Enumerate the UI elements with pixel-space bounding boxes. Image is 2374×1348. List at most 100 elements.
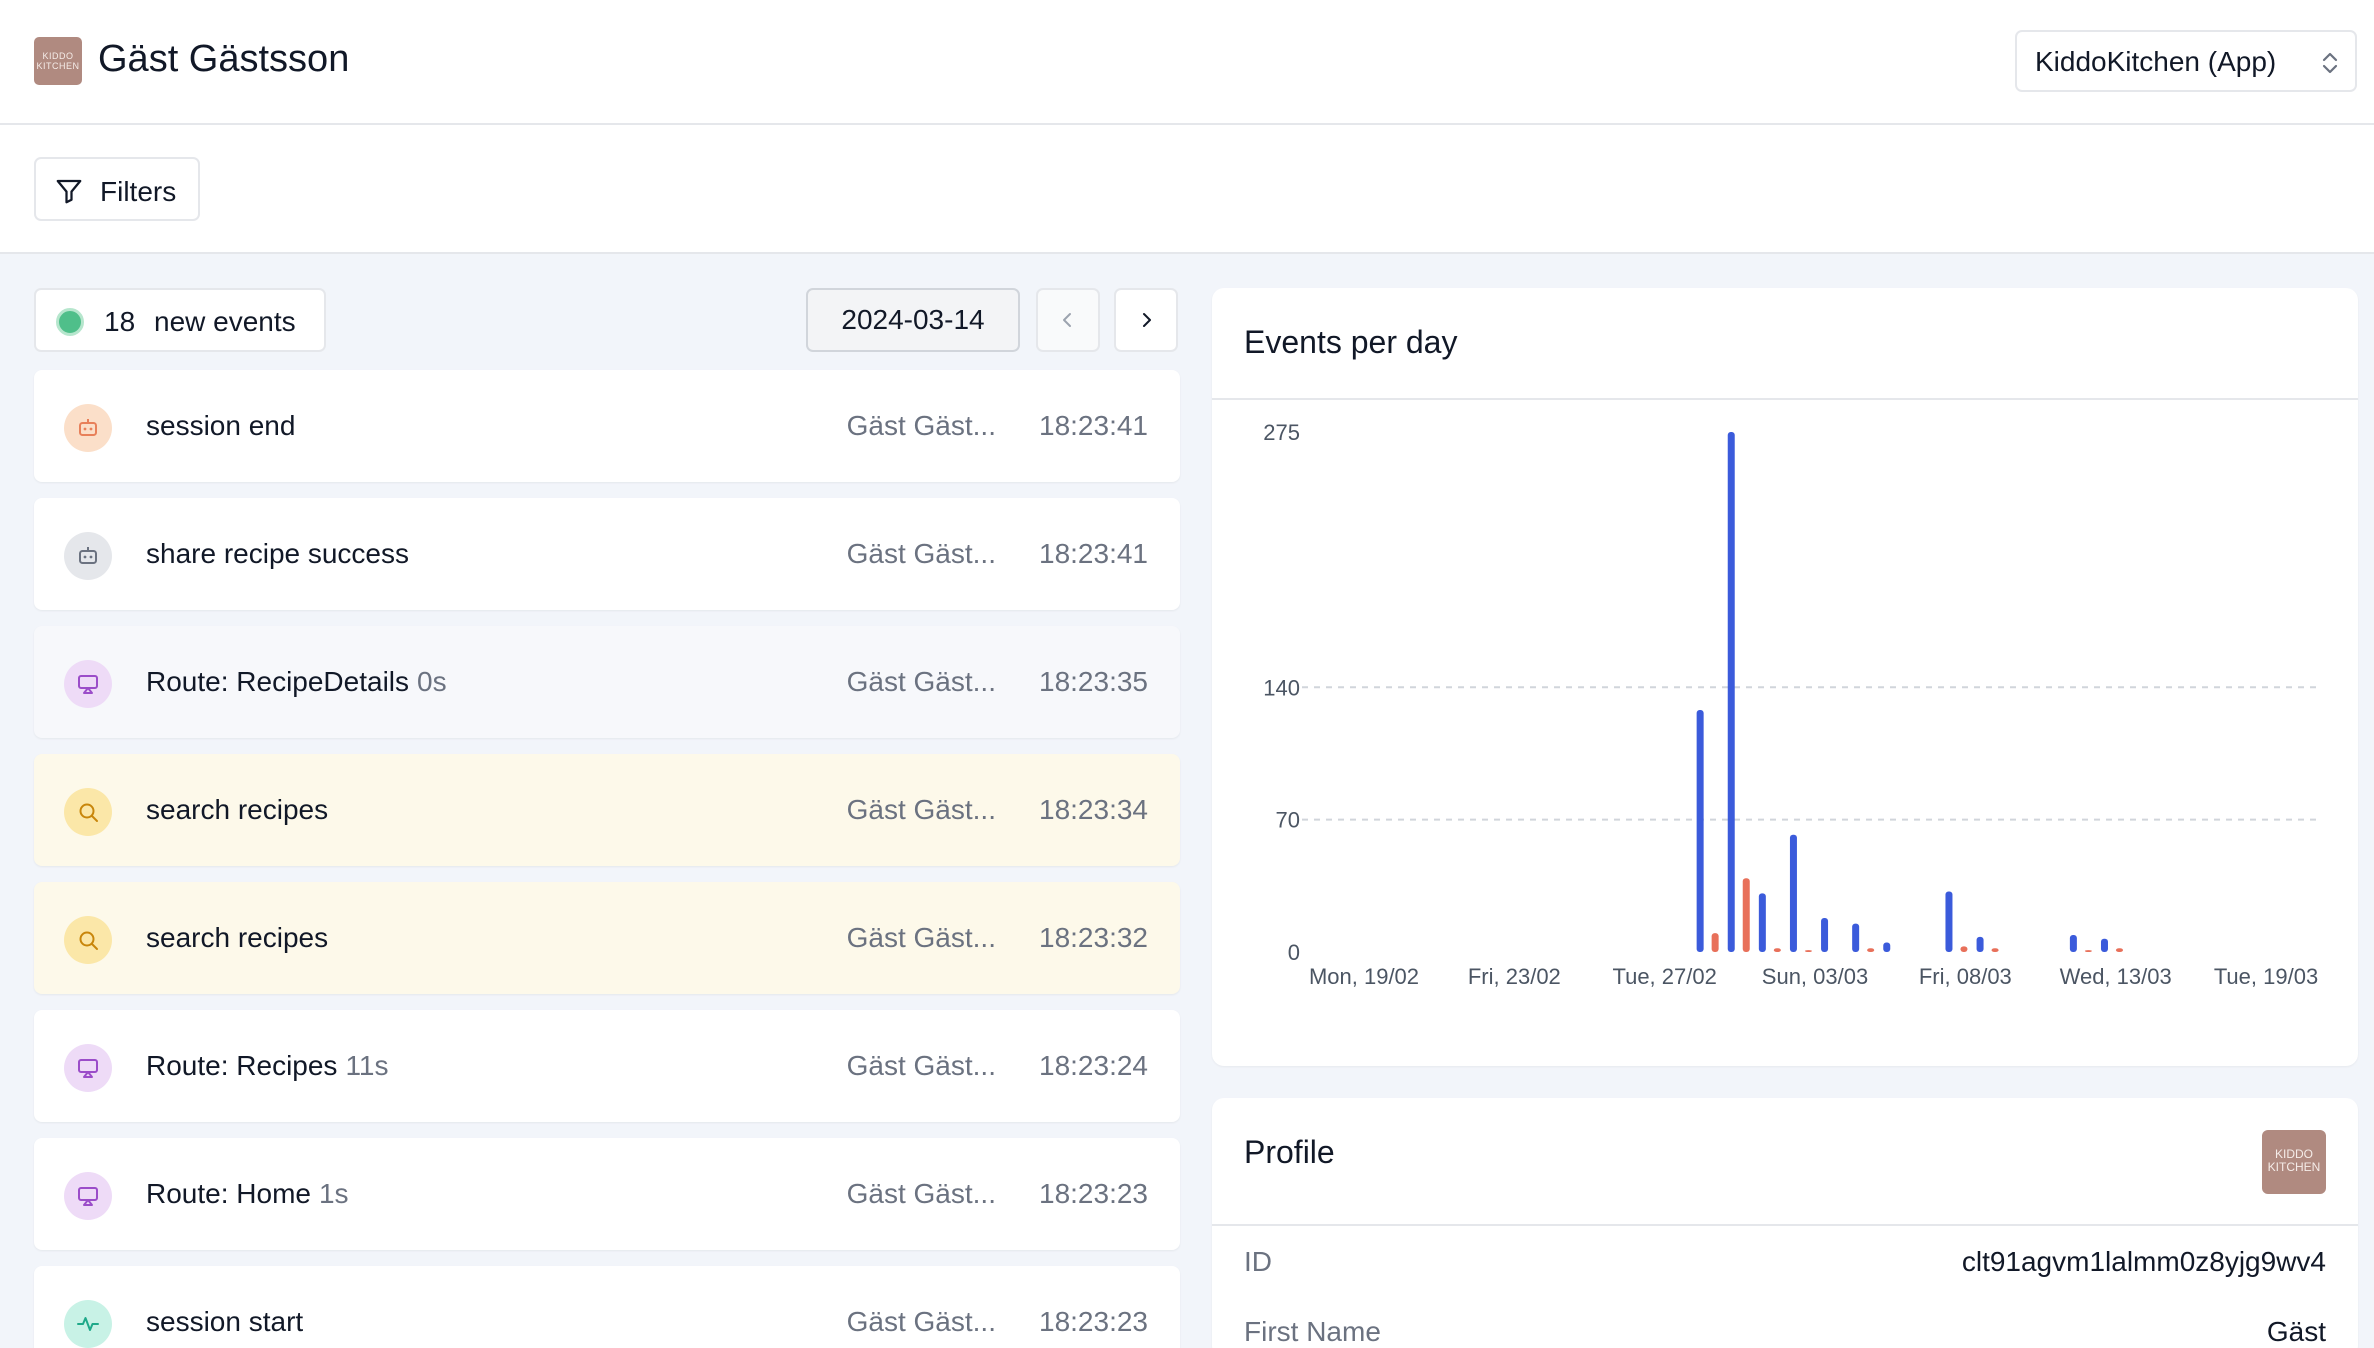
new-events-badge[interactable]: 18 new events bbox=[34, 288, 326, 352]
event-name: session start bbox=[146, 1306, 311, 1338]
event-user: Gäst Gäst... bbox=[846, 1050, 996, 1081]
event-user: Gäst Gäst... bbox=[846, 794, 996, 825]
chart-bar bbox=[2115, 948, 2123, 952]
filters-button[interactable]: Filters bbox=[34, 157, 200, 221]
chart-bar bbox=[1883, 942, 1891, 952]
chart-bar bbox=[1773, 948, 1781, 952]
chevron-up-down-icon bbox=[2322, 52, 2338, 74]
chart-bar bbox=[1711, 933, 1719, 952]
event-time: 18:23:23 bbox=[1039, 1178, 1148, 1209]
robot-icon bbox=[64, 532, 112, 580]
chart-bar bbox=[1852, 923, 1860, 952]
event-name: Route: Home 1s bbox=[146, 1178, 349, 1210]
event-row[interactable]: session start Gäst Gäst... 18:23:23 bbox=[34, 1266, 1180, 1348]
chart-bar bbox=[1804, 950, 1812, 952]
chart-bar bbox=[1789, 834, 1797, 952]
event-user: Gäst Gäst... bbox=[846, 1306, 996, 1337]
y-tick-label: 140 bbox=[1263, 675, 1300, 700]
previous-day-button[interactable] bbox=[1036, 288, 1100, 352]
profile-first-name-value: Gäst bbox=[2266, 1316, 2326, 1347]
chart-bar bbox=[1821, 917, 1829, 952]
event-user: Gäst Gäst... bbox=[846, 538, 996, 569]
chart-bar bbox=[1867, 948, 1875, 952]
screen-icon bbox=[64, 1172, 112, 1220]
event-name-text: Route: Recipes bbox=[146, 1050, 338, 1081]
chevron-right-icon bbox=[1143, 313, 1151, 327]
event-row[interactable]: session end Gäst Gäst... 18:23:41 bbox=[34, 370, 1180, 482]
event-duration: 0s bbox=[417, 666, 447, 697]
event-time: 18:23:34 bbox=[1039, 794, 1148, 825]
chevron-left-icon bbox=[1063, 313, 1071, 327]
x-tick-label: Tue, 27/02 bbox=[1612, 964, 1716, 989]
event-time: 18:23:41 bbox=[1039, 538, 1148, 569]
event-name: search recipes bbox=[146, 794, 336, 826]
event-name: Route: Recipes 11s bbox=[146, 1050, 389, 1082]
event-row[interactable]: search recipes Gäst Gäst... 18:23:34 bbox=[34, 754, 1180, 866]
search-icon bbox=[64, 916, 112, 964]
x-tick-label: Tue, 19/03 bbox=[2214, 964, 2318, 989]
event-name-text: session start bbox=[146, 1306, 304, 1337]
event-row[interactable]: Route: Home 1s Gäst Gäst... 18:23:23 bbox=[34, 1138, 1180, 1250]
event-name-text: session end bbox=[146, 410, 296, 441]
top-bar: KIDDO KITCHEN Gäst Gästsson KiddoKitchen … bbox=[0, 0, 2374, 125]
filter-bar: Filters bbox=[0, 125, 2374, 254]
event-time: 18:23:35 bbox=[1039, 666, 1148, 697]
event-name-text: search recipes bbox=[146, 922, 329, 953]
y-tick-label: 275 bbox=[1263, 420, 1300, 445]
new-events-count: 18 bbox=[104, 306, 136, 337]
event-name-text: Route: Home bbox=[146, 1178, 311, 1209]
screen-icon bbox=[64, 660, 112, 708]
event-name: session end bbox=[146, 410, 303, 442]
chart-bar bbox=[2069, 934, 2077, 952]
event-user: Gäst Gäst... bbox=[846, 1178, 996, 1209]
chart-bar bbox=[1976, 936, 1984, 952]
chart-bar bbox=[1960, 946, 1968, 952]
search-icon bbox=[64, 788, 112, 836]
x-tick-label: Fri, 08/03 bbox=[1919, 964, 2012, 989]
chart-bar bbox=[1727, 432, 1735, 952]
chart-bar bbox=[1991, 948, 1999, 952]
y-tick-label: 0 bbox=[1288, 940, 1300, 965]
profile-card: Profile KIDDO KITCHEN ID clt91agvm1lalmm0… bbox=[1212, 1098, 2358, 1348]
event-name: search recipes bbox=[146, 922, 336, 954]
next-day-button[interactable] bbox=[1114, 288, 1178, 352]
x-tick-label: Mon, 19/02 bbox=[1309, 964, 1419, 989]
event-duration: 1s bbox=[318, 1178, 349, 1209]
chart-bar bbox=[2100, 938, 2108, 952]
events-bar-chart: 0 70 140 275 Mon, 19/02 Fri, 23/02 Tue, 27/02 S… bbox=[1263, 420, 2318, 989]
event-time: 18:23:24 bbox=[1039, 1050, 1148, 1081]
event-name: share recipe success bbox=[146, 538, 417, 570]
event-name-text: share recipe success bbox=[146, 538, 410, 569]
event-user: Gäst Gäst... bbox=[846, 922, 996, 953]
event-user: Gäst Gäst... bbox=[846, 410, 996, 441]
app-selector-label: KiddoKitchen (App) bbox=[2035, 46, 2277, 77]
event-time: 18:23:23 bbox=[1039, 1306, 1148, 1337]
filters-label: Filters bbox=[100, 176, 177, 207]
event-row[interactable]: search recipes Gäst Gäst... 18:23:32 bbox=[34, 882, 1180, 994]
chart-bar bbox=[1742, 878, 1750, 952]
x-tick-label: Fri, 23/02 bbox=[1468, 964, 1561, 989]
events-per-day-card: Events per day 0 70 140 275 Mon, 19/02 Fri, 2… bbox=[1212, 288, 2358, 1066]
x-tick-label: Wed, 13/03 bbox=[2060, 964, 2172, 989]
live-dot-icon bbox=[56, 308, 84, 336]
pulse-icon bbox=[64, 1300, 112, 1348]
chart-bar bbox=[2084, 950, 2092, 952]
event-row[interactable]: share recipe success Gäst Gäst... 18:23:… bbox=[34, 498, 1180, 610]
chart-title: Events per day bbox=[1244, 324, 1458, 360]
event-row[interactable]: Route: RecipeDetails 0s Gäst Gäst... 18:2… bbox=[34, 626, 1180, 738]
chart-bar bbox=[1696, 709, 1704, 952]
profile-id-label: ID bbox=[1244, 1246, 1272, 1277]
event-time: 18:23:41 bbox=[1039, 410, 1148, 441]
event-row[interactable]: Route: Recipes 11s Gäst Gäst... 18:23:24 bbox=[34, 1010, 1180, 1122]
profile-id-value: clt91agvm1lalmm0z8yjg9wv4 bbox=[1961, 1246, 2326, 1277]
chart-bar bbox=[1945, 891, 1953, 952]
event-duration: 11s bbox=[345, 1050, 389, 1081]
robot-icon bbox=[64, 404, 112, 452]
y-tick-label: 70 bbox=[1276, 808, 1300, 833]
profile-title: Profile bbox=[1244, 1134, 1335, 1170]
app-selector[interactable]: KiddoKitchen (App) bbox=[2015, 30, 2357, 92]
event-name-text: Route: RecipeDetails bbox=[146, 666, 410, 697]
event-name-text: search recipes bbox=[146, 794, 329, 825]
date-picker[interactable]: 2024-03-14 bbox=[806, 288, 1020, 352]
app-logo: KIDDO KITCHEN bbox=[34, 37, 82, 85]
